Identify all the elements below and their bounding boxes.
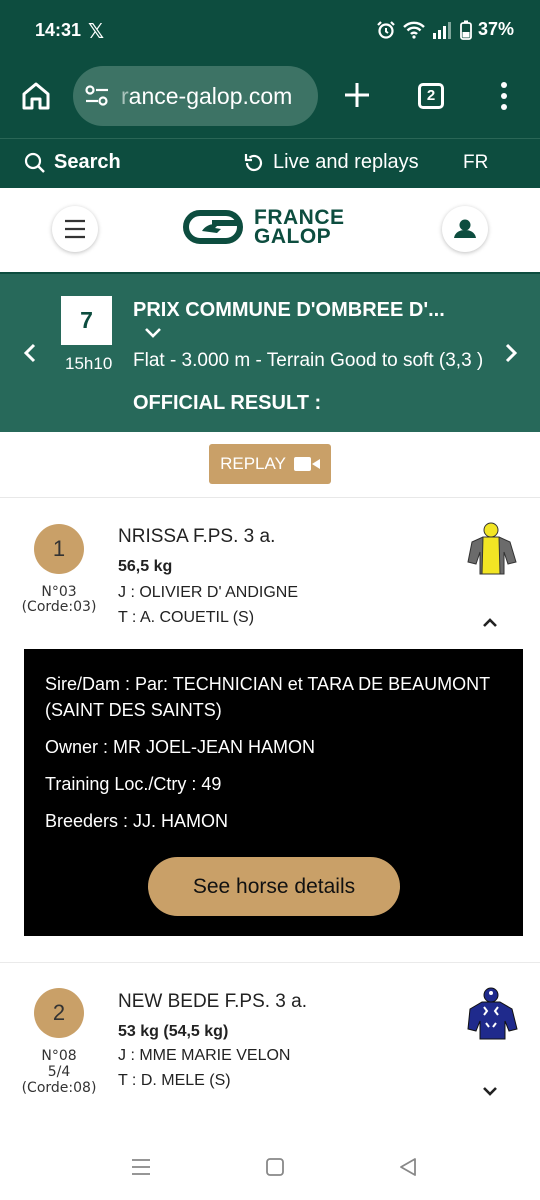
account-button[interactable] xyxy=(442,206,488,252)
france-galop-logo[interactable]: FRANCE GALOP xyxy=(182,207,345,248)
video-camera-icon xyxy=(293,457,320,471)
site-header: FRANCE GALOP xyxy=(0,188,540,274)
jockey-name: J : OLIVIER D' ANDIGNE xyxy=(118,584,298,601)
alarm-icon xyxy=(377,20,395,39)
race-number: 7 xyxy=(61,296,112,345)
sire-dam-text: Sire/Dam : Par: TECHNICIAN et TARA DE BE… xyxy=(45,674,490,720)
horse-name: NEW BEDE F.PS. 3 a. xyxy=(118,991,307,1012)
x-app-icon: 𝕏 xyxy=(88,21,105,43)
jockey-silks-icon xyxy=(467,522,517,575)
more-menu-icon[interactable] xyxy=(496,80,512,112)
training-location-text: Training Loc./Ctry : 49 xyxy=(45,774,222,794)
search-icon xyxy=(24,152,45,173)
runner-draw: (Corde:03) xyxy=(21,599,97,615)
horse-weight: 53 kg (54,5 kg) xyxy=(118,1023,229,1040)
system-navigation-bar xyxy=(0,1128,540,1200)
url-prefix: r xyxy=(121,83,129,109)
race-title[interactable]: PRIX COMMUNE D'OMBREE D'... xyxy=(133,299,445,322)
live-replays-link[interactable]: Live and replays xyxy=(243,151,419,174)
runner-number: N°08 xyxy=(41,1048,77,1064)
horse-details-panel: Sire/Dam : Par: TECHNICIAN et TARA DE BE… xyxy=(24,649,523,936)
jockey-name: J : MME MARIE VELON xyxy=(118,1047,291,1064)
user-icon xyxy=(454,219,476,238)
new-tab-icon[interactable] xyxy=(342,80,372,110)
wifi-icon xyxy=(403,21,425,39)
runner-number: N°03 xyxy=(41,584,77,600)
previous-race-icon[interactable] xyxy=(22,342,38,364)
official-result-label: OFFICIAL RESULT : xyxy=(133,392,322,414)
rank-badge: 1 xyxy=(34,524,84,574)
live-label: Live and replays xyxy=(273,151,419,173)
replay-section: REPLAY xyxy=(0,432,540,498)
horse-name: NRISSA F.PS. 3 a. xyxy=(118,526,276,547)
race-banner: 7 15h10 PRIX COMMUNE D'OMBREE D'... Flat… xyxy=(0,274,540,432)
battery-level: 37% xyxy=(477,19,514,39)
race-description: Flat - 3.000 m - Terrain Good to soft (3… xyxy=(133,350,484,371)
language-selector[interactable]: FR xyxy=(463,152,488,174)
runner-odds: 5/4 xyxy=(47,1064,71,1080)
chevron-down-icon[interactable] xyxy=(481,1085,499,1097)
site-settings-icon[interactable] xyxy=(83,82,111,110)
runner-row[interactable]: 1 N°03 (Corde:03) NRISSA F.PS. 3 a. 56,5… xyxy=(0,498,540,648)
url-domain: ance-galop.com xyxy=(128,83,293,109)
chevron-down-icon[interactable] xyxy=(144,326,162,340)
url-text[interactable]: rance-galop.com xyxy=(121,83,311,110)
search-link[interactable]: Search xyxy=(24,151,121,174)
home-icon[interactable] xyxy=(20,80,52,112)
see-horse-details-button[interactable]: See horse details xyxy=(148,857,400,916)
back-triangle-icon[interactable] xyxy=(398,1157,418,1177)
horse-weight: 56,5 kg xyxy=(118,558,173,575)
home-square-icon[interactable] xyxy=(265,1157,285,1177)
battery-icon xyxy=(460,20,472,40)
status-indicators: 37% xyxy=(376,19,514,40)
jockey-silks-icon xyxy=(467,987,518,1040)
breeders-text: Breeders : JJ. HAMON xyxy=(45,811,229,831)
replay-button[interactable]: REPLAY xyxy=(209,444,331,484)
trainer-name: T : A. COUETIL (S) xyxy=(118,609,255,626)
runner-draw: (Corde:08) xyxy=(21,1080,97,1096)
address-bar[interactable]: rance-galop.com xyxy=(73,66,318,126)
recent-apps-icon[interactable] xyxy=(130,1157,152,1177)
logo-horse-icon xyxy=(183,210,243,244)
runner-row[interactable]: 2 N°08 5/4 (Corde:08) NEW BEDE F.PS. 3 a… xyxy=(0,962,540,1122)
trainer-name: T : D. MELE (S) xyxy=(118,1072,231,1089)
status-time: 14:31 xyxy=(35,20,82,40)
search-label: Search xyxy=(54,151,121,173)
tab-switcher-button[interactable]: 2 xyxy=(418,83,444,109)
browser-toolbar: rance-galop.com 2 xyxy=(0,62,540,138)
rank-badge: 2 xyxy=(34,988,84,1038)
owner-text: Owner : MR JOEL-JEAN HAMON xyxy=(45,737,316,757)
signal-icon xyxy=(432,21,451,39)
top-nav: Search Live and replays FR xyxy=(0,138,540,188)
logo-line-2: GALOP xyxy=(254,225,332,248)
next-race-icon[interactable] xyxy=(503,342,519,364)
chevron-up-icon[interactable] xyxy=(481,616,499,628)
status-bar: 14:31 𝕏 37% xyxy=(0,0,540,62)
race-time: 15h10 xyxy=(65,354,113,373)
hamburger-icon xyxy=(65,219,85,239)
hamburger-menu-button[interactable] xyxy=(52,206,98,252)
logo-text: FRANCE GALOP xyxy=(254,207,345,248)
replay-history-icon xyxy=(244,153,263,171)
replay-label: REPLAY xyxy=(220,454,286,473)
